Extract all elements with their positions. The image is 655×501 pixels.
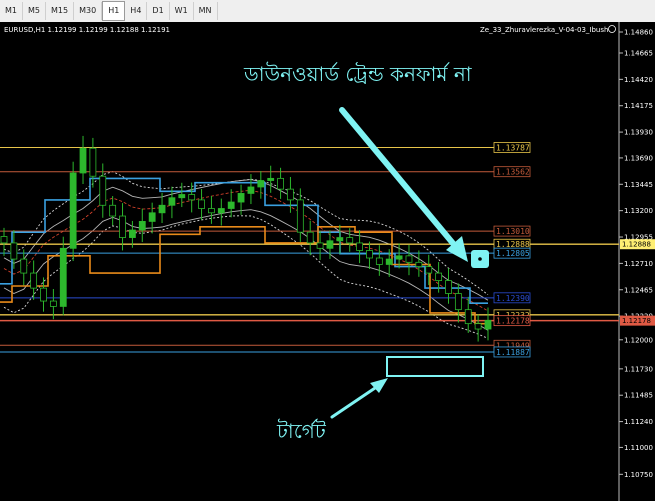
timeframe-m5[interactable]: M5: [23, 2, 46, 20]
candle-body: [79, 147, 87, 174]
candle-body: [277, 177, 284, 190]
candle-body: [454, 293, 462, 311]
timeframe-d1[interactable]: D1: [147, 2, 170, 20]
candle-body: [178, 194, 186, 199]
candle-body: [405, 255, 413, 263]
candle-body: [148, 212, 156, 222]
candle-body: [267, 177, 275, 181]
price-tick-label: 1.14420: [624, 76, 653, 84]
timeframe-m15[interactable]: M15: [46, 2, 75, 20]
candle-body: [425, 266, 433, 274]
candle-body: [99, 175, 107, 206]
price-tick-label: 1.14175: [624, 102, 653, 110]
price-tick-label: 1.12000: [624, 336, 653, 344]
candle-body: [30, 272, 38, 289]
candle-body: [395, 255, 403, 260]
candle-body: [375, 257, 383, 265]
candle-body: [247, 186, 255, 194]
candle-body: [119, 215, 126, 238]
level-label: 1.11887: [496, 348, 530, 357]
price-tick-label: 1.11485: [624, 392, 653, 400]
price-marker-label: 1.12888: [622, 241, 651, 249]
symbol-info: EURUSD,H1 1.12199 1.12199 1.12188 1.1219…: [4, 26, 170, 34]
candle-body: [109, 204, 117, 217]
timeframe-mn[interactable]: MN: [194, 2, 218, 20]
candle-body: [296, 199, 304, 233]
candle-body: [346, 237, 354, 244]
price-tick-label: 1.14665: [624, 49, 653, 57]
candle-body: [49, 300, 57, 307]
candle-body: [415, 261, 423, 268]
candle-body: [316, 242, 324, 249]
price-tick-label: 1.10750: [624, 471, 653, 479]
timeframe-toolbar: M1 M5 M15 M30 H1 H4 D1 W1 MN: [0, 0, 655, 23]
price-tick-label: 1.13445: [624, 181, 653, 189]
candle-body: [40, 287, 47, 302]
candle-body: [445, 280, 452, 294]
candle-body: [198, 199, 205, 209]
candle-body: [89, 147, 97, 177]
price-tick-label: 1.12710: [624, 260, 653, 268]
candle-body: [138, 221, 146, 231]
level-label: 1.13562: [496, 168, 530, 177]
indicator-name: Ze_33_Zhuravlerezka_V-04-03_Ibush: [480, 26, 608, 34]
candle-body: [227, 201, 235, 209]
price-tick-label: 1.11730: [624, 365, 653, 373]
timeframe-m1[interactable]: M1: [0, 2, 23, 20]
price-tick-label: 1.14860: [624, 29, 653, 37]
candle-body: [158, 204, 166, 214]
signal-marker-dot: [478, 257, 482, 261]
level-label: 1.13010: [496, 227, 530, 236]
candle-body: [69, 172, 77, 249]
candle-body: [435, 272, 443, 282]
candle-body: [356, 242, 363, 251]
candle-body: [336, 237, 344, 242]
timeframe-w1[interactable]: W1: [170, 2, 194, 20]
level-label: 1.12805: [496, 249, 530, 258]
candle-body: [59, 247, 67, 307]
price-tick-label: 1.11000: [624, 444, 653, 452]
candle-body: [287, 188, 294, 201]
price-tick-label: 1.11240: [624, 418, 653, 426]
candle-body: [257, 180, 265, 188]
candle-body: [0, 236, 8, 244]
candle-body: [10, 242, 18, 260]
candle-body: [306, 231, 314, 244]
candle-body: [20, 258, 28, 274]
timeframe-h1[interactable]: H1: [102, 1, 126, 21]
timeframe-m30[interactable]: M30: [74, 2, 103, 20]
candle-body: [474, 323, 482, 330]
candle-body: [484, 320, 492, 330]
level-label: 1.12178: [496, 317, 530, 326]
price-tick-label: 1.13930: [624, 129, 653, 137]
downtrend-annotation: ডাউনওয়ার্ড ট্রেন্ড কনফার্ম না: [243, 62, 473, 86]
price-tick-label: 1.12465: [624, 286, 653, 294]
candle-body: [366, 250, 373, 259]
price-marker-label: 1.12178: [622, 317, 651, 325]
price-tick-label: 1.13200: [624, 207, 653, 215]
candle-body: [385, 258, 393, 265]
chart-window: M1 M5 M15 M30 H1 H4 D1 W1 MN EURUSD,H1 1…: [0, 0, 655, 501]
candle-body: [326, 240, 334, 249]
candle-body: [188, 194, 196, 201]
level-label: 1.12390: [496, 294, 530, 303]
candle-body: [168, 197, 176, 206]
candle-body: [237, 193, 245, 203]
target-annotation: টার্গেট: [276, 419, 327, 443]
price-tick-label: 1.13690: [624, 154, 653, 162]
candle-body: [129, 229, 136, 238]
candle-body: [208, 208, 215, 214]
level-label: 1.13787: [496, 143, 530, 152]
candle-body: [464, 309, 472, 325]
candle-body: [217, 208, 225, 214]
timeframe-h4[interactable]: H4: [125, 2, 148, 20]
price-chart[interactable]: EURUSD,H1 1.12199 1.12199 1.12188 1.1219…: [0, 22, 655, 501]
